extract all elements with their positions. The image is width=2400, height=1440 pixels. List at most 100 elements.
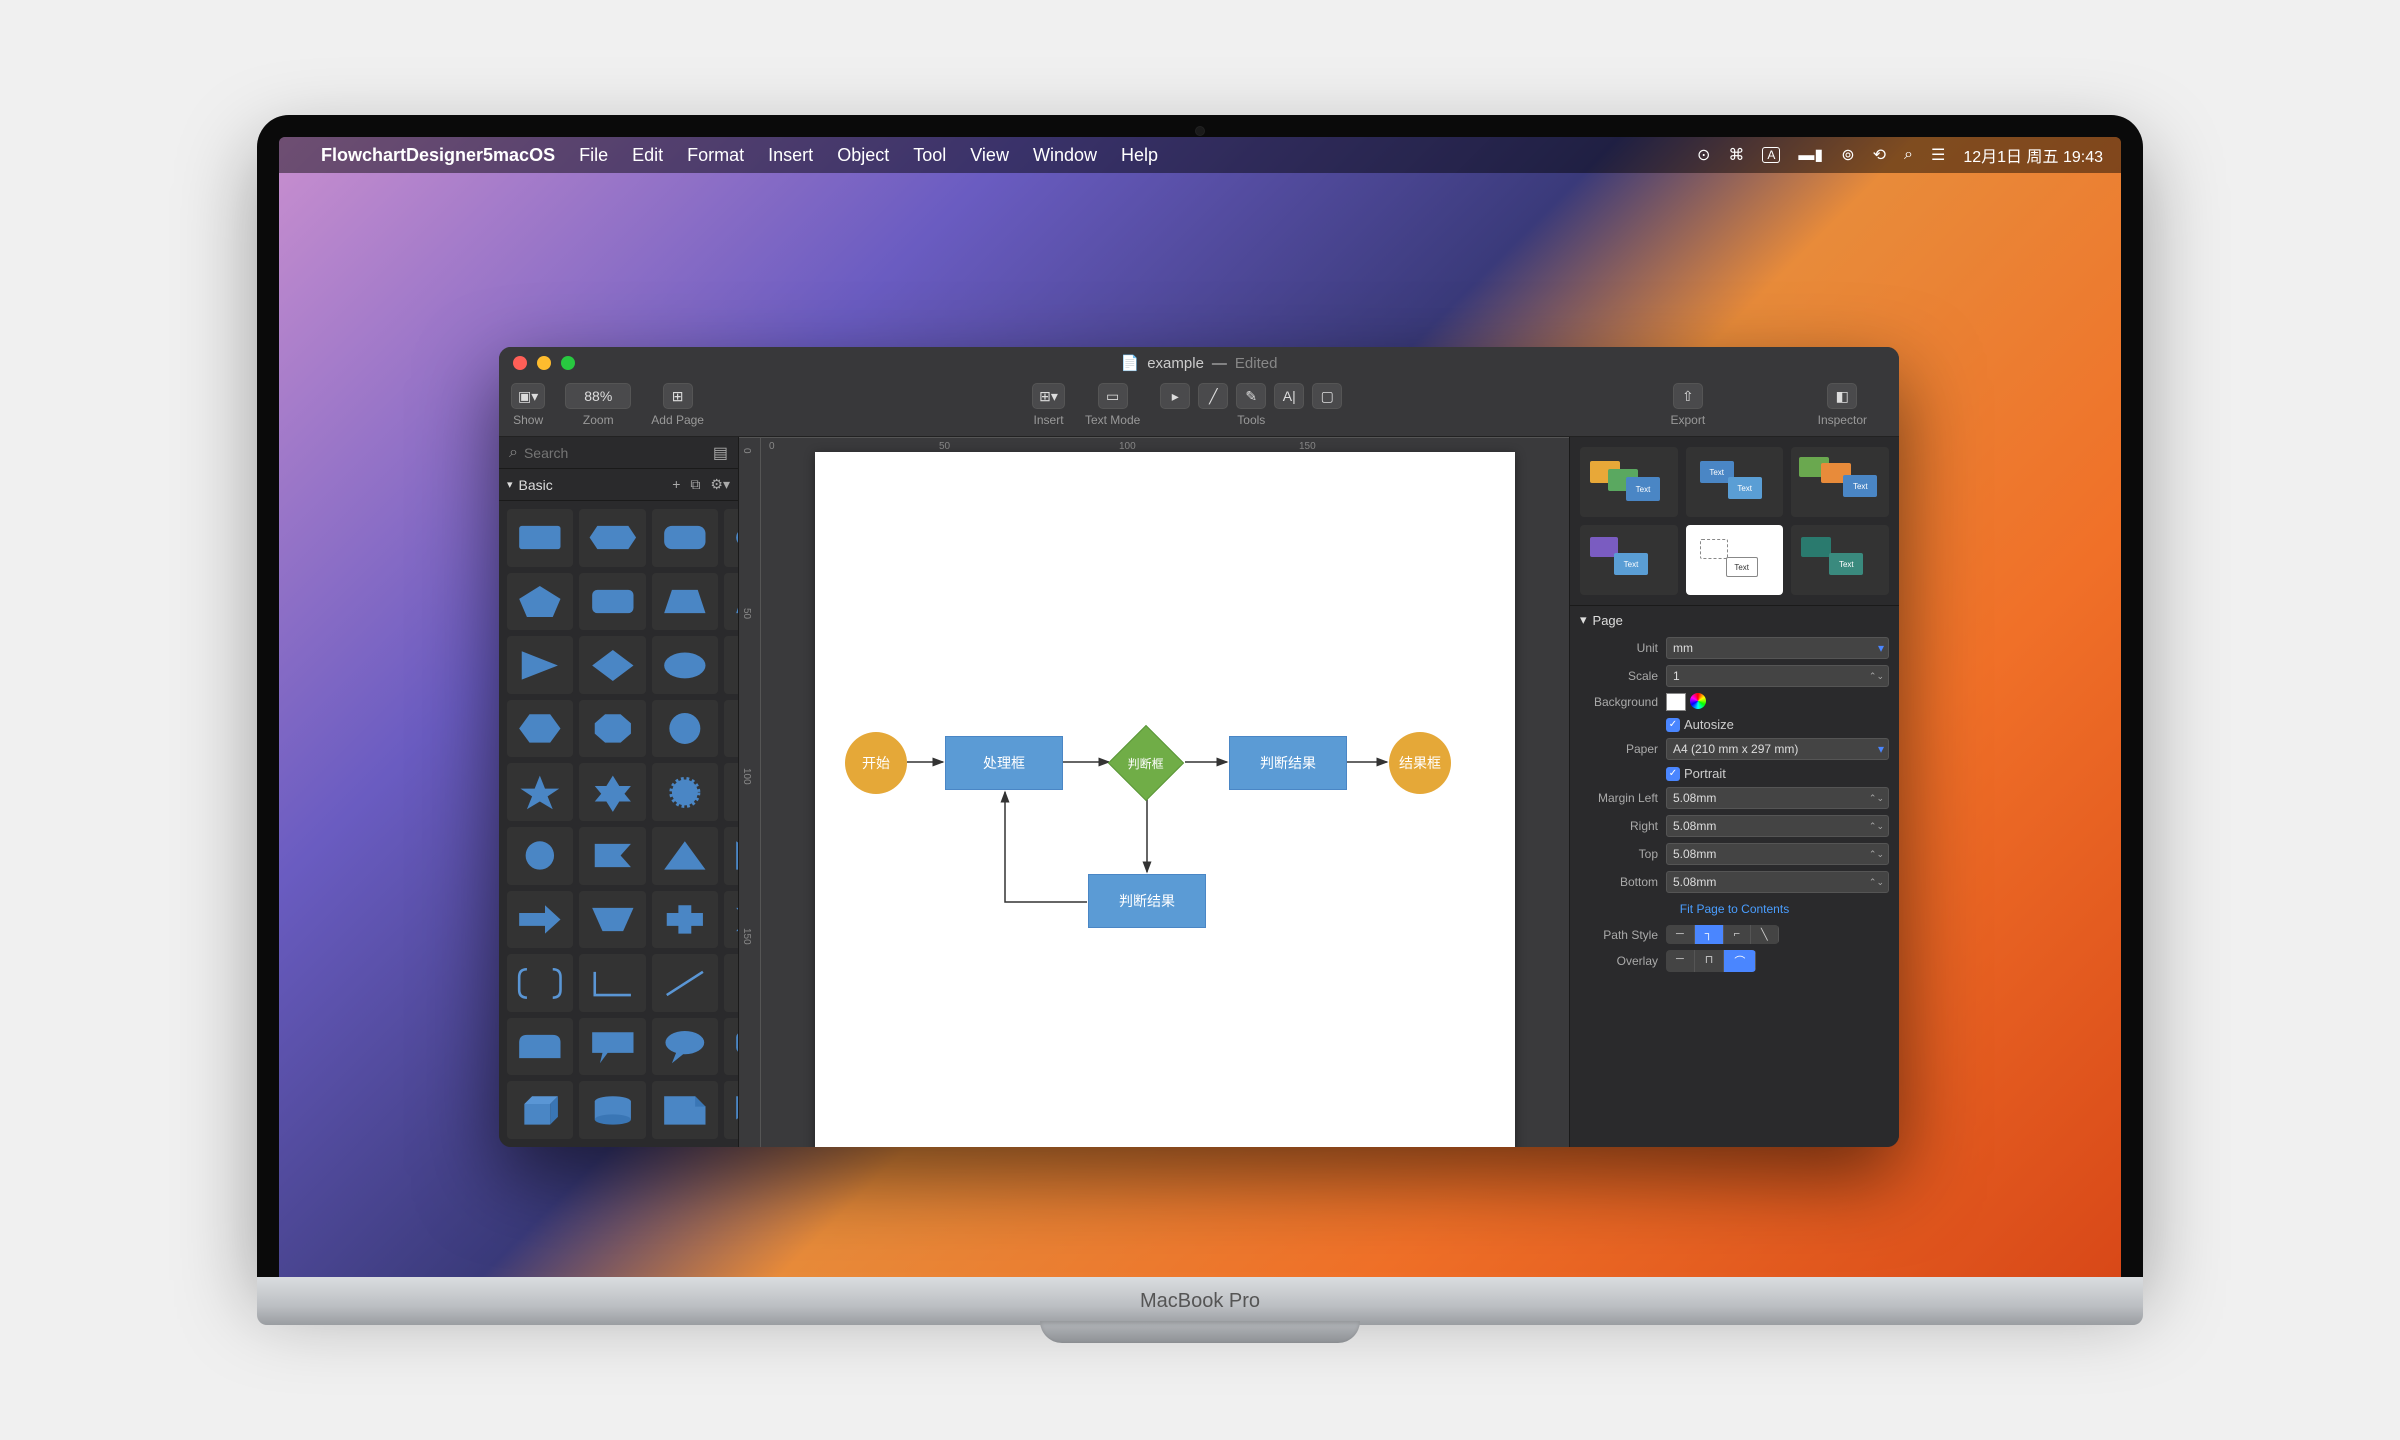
copy-shape-icon[interactable]: ⧉: [690, 476, 700, 493]
shape-line[interactable]: [652, 954, 718, 1012]
inspector-button[interactable]: ◧: [1827, 383, 1857, 409]
text-mode-button[interactable]: ▭: [1098, 383, 1128, 409]
zoom-field[interactable]: 88%: [565, 383, 631, 409]
export-button[interactable]: ⇧: [1673, 383, 1703, 409]
shape-gear[interactable]: [724, 700, 738, 758]
clock[interactable]: 12月1日 周五 19:43: [1963, 143, 2103, 167]
shape-arc[interactable]: [724, 954, 738, 1012]
shape-hexagon[interactable]: [507, 700, 573, 758]
input-source-icon[interactable]: A: [1762, 147, 1780, 163]
shape-burst[interactable]: [652, 763, 718, 821]
library-icon[interactable]: ▤: [713, 443, 728, 463]
node-result[interactable]: 判断结果: [1229, 736, 1347, 790]
shape-octagon[interactable]: [579, 700, 645, 758]
node-start[interactable]: 开始: [845, 732, 907, 794]
minimize-button[interactable]: [537, 356, 551, 370]
shape-trapezoid-down[interactable]: [579, 891, 645, 949]
margin-bottom-field[interactable]: 5.08mm: [1666, 871, 1889, 893]
shape-triangle[interactable]: [652, 827, 718, 885]
shape-arrow[interactable]: [507, 891, 573, 949]
shape-triangle-right[interactable]: [507, 636, 573, 694]
add-shape-icon[interactable]: +: [672, 476, 680, 493]
shape-callout-round[interactable]: [652, 1018, 718, 1076]
color-picker-icon[interactable]: [1690, 693, 1706, 709]
autosize-checkbox[interactable]: ✓: [1666, 718, 1680, 732]
margin-top-field[interactable]: 5.08mm: [1666, 843, 1889, 865]
pointer-tool[interactable]: ▸: [1160, 383, 1190, 409]
show-sidebar-button[interactable]: ▣▾: [511, 383, 545, 409]
shape-circle[interactable]: [724, 636, 738, 694]
shape-cross[interactable]: [652, 891, 718, 949]
margin-left-field[interactable]: 5.08mm: [1666, 787, 1889, 809]
theme-3[interactable]: Text: [1791, 447, 1889, 517]
menu-object[interactable]: Object: [837, 145, 889, 166]
search-icon[interactable]: ⌕: [1904, 146, 1913, 164]
page[interactable]: 开始 处理框 判断框 判断结果 结果框 判断结果: [815, 452, 1515, 1147]
node-decision[interactable]: 判断框: [1108, 725, 1184, 801]
maximize-button[interactable]: [561, 356, 575, 370]
menu-insert[interactable]: Insert: [768, 145, 813, 166]
shape-wavy-circle[interactable]: [507, 827, 573, 885]
shape-triangle-rt[interactable]: [724, 827, 738, 885]
unit-select[interactable]: mm: [1666, 637, 1889, 659]
shape-pentagon[interactable]: [507, 573, 573, 631]
paper-select[interactable]: A4 (210 mm x 297 mm): [1666, 738, 1889, 760]
shape-callout-rr[interactable]: [724, 1018, 738, 1076]
background-color[interactable]: [1666, 693, 1686, 711]
portrait-checkbox[interactable]: ✓: [1666, 767, 1680, 781]
shape-tab[interactable]: [507, 1018, 573, 1076]
theme-1[interactable]: Text: [1580, 447, 1678, 517]
margin-right-field[interactable]: 5.08mm: [1666, 815, 1889, 837]
fit-page-button[interactable]: Fit Page to Contents: [1570, 896, 1899, 922]
app-menu[interactable]: FlowchartDesigner5macOS: [321, 145, 555, 166]
theme-2[interactable]: TextText: [1686, 447, 1784, 517]
menu-edit[interactable]: Edit: [632, 145, 663, 166]
menu-file[interactable]: File: [579, 145, 608, 166]
shape-bracket[interactable]: [507, 954, 573, 1012]
shape-terminator[interactable]: [724, 509, 738, 567]
shape-chevron[interactable]: [724, 891, 738, 949]
shape-star6[interactable]: [579, 763, 645, 821]
scale-field[interactable]: 1: [1666, 665, 1889, 687]
menu-help[interactable]: Help: [1121, 145, 1158, 166]
shape-document[interactable]: [724, 1081, 738, 1139]
theme-4[interactable]: Text: [1580, 525, 1678, 595]
insert-button[interactable]: ⊞▾: [1032, 383, 1065, 409]
pen-tool[interactable]: ✎: [1236, 383, 1266, 409]
path-style-segmented[interactable]: ─┐⌐╲: [1666, 925, 1779, 944]
shape-rectangle[interactable]: [507, 509, 573, 567]
shape-round-rect[interactable]: [652, 509, 718, 567]
shape-tool[interactable]: ▢: [1312, 383, 1342, 409]
shape-callout-rect[interactable]: [579, 1018, 645, 1076]
shape-decagon[interactable]: [652, 700, 718, 758]
line-tool[interactable]: ╱: [1198, 383, 1228, 409]
menu-format[interactable]: Format: [687, 145, 744, 166]
control-center-icon[interactable]: ☰: [1931, 145, 1945, 165]
shape-diamond[interactable]: [579, 636, 645, 694]
battery-icon[interactable]: ▬▮: [1798, 145, 1823, 165]
gear-icon[interactable]: ⚙▾: [710, 476, 730, 493]
shape-flag[interactable]: [579, 827, 645, 885]
shape-trapezoid[interactable]: [652, 573, 718, 631]
wifi-icon[interactable]: ⊚: [1841, 145, 1854, 165]
theme-5[interactable]: Text: [1686, 525, 1784, 595]
text-tool[interactable]: A|: [1274, 383, 1304, 409]
menu-window[interactable]: Window: [1033, 145, 1097, 166]
node-process[interactable]: 处理框: [945, 736, 1063, 790]
menu-tool[interactable]: Tool: [913, 145, 946, 166]
close-button[interactable]: [513, 356, 527, 370]
shape-cube[interactable]: [507, 1081, 573, 1139]
shape-parallelogram[interactable]: [724, 573, 738, 631]
shape-ellipse[interactable]: [652, 636, 718, 694]
shape-cylinder[interactable]: [579, 1081, 645, 1139]
shape-corner[interactable]: [579, 954, 645, 1012]
search-input[interactable]: [524, 445, 713, 461]
shape-seal[interactable]: [724, 763, 738, 821]
backup-icon[interactable]: ⟲: [1873, 145, 1886, 165]
node-end[interactable]: 结果框: [1389, 732, 1451, 794]
menu-view[interactable]: View: [970, 145, 1009, 166]
overlay-segmented[interactable]: ─⊓⌒: [1666, 950, 1756, 972]
shape-star5[interactable]: [507, 763, 573, 821]
canvas-scroll[interactable]: 开始 处理框 判断框 判断结果 结果框 判断结果: [761, 438, 1569, 1147]
theme-6[interactable]: Text: [1791, 525, 1889, 595]
